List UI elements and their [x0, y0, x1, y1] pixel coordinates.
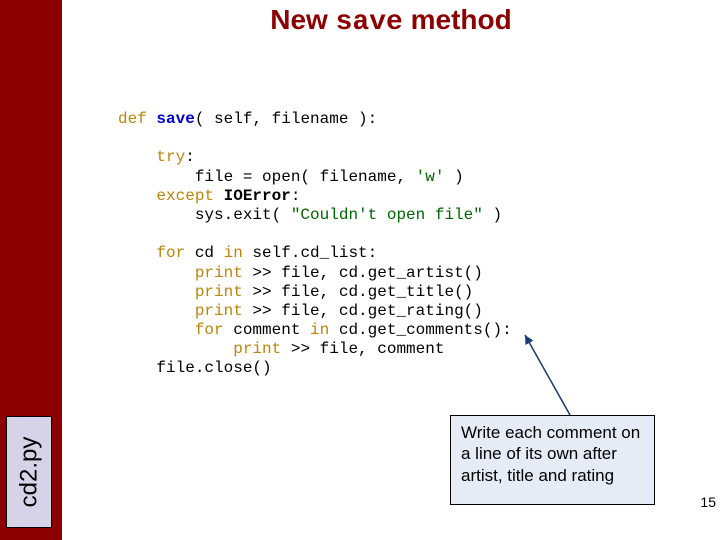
arrow-icon [520, 330, 640, 420]
annotation-text: Write each comment on a line of its own … [461, 423, 640, 485]
str-err: "Couldn't open file" [291, 206, 483, 224]
file-label-box: cd2.py [6, 416, 52, 528]
code-print3: >> file, cd.get_rating() [243, 302, 483, 320]
code-open-b: ) [444, 168, 463, 186]
code-print1: >> file, cd.get_artist() [243, 264, 483, 282]
code-for-rest: self.cd_list: [243, 244, 377, 262]
title-mono: save [336, 7, 403, 38]
code-sysexit-a: sys.exit( [195, 206, 291, 224]
fn-save: save [156, 110, 194, 128]
file-label-text: cd2.py [15, 437, 43, 508]
code-print2: >> file, cd.get_title() [243, 283, 473, 301]
kw-except: except [156, 187, 214, 205]
err-io: IOError [224, 187, 291, 205]
kw-for1: for [156, 244, 185, 262]
title-post: method [403, 4, 512, 35]
slide-title: New save method [62, 4, 720, 38]
page-number: 15 [700, 494, 716, 510]
kw-def: def [118, 110, 147, 128]
kw-try: try [156, 148, 185, 166]
kw-print2: print [195, 283, 243, 301]
str-w: 'w' [416, 168, 445, 186]
code-print4: >> file, comment [281, 340, 444, 358]
kw-in2: in [310, 321, 329, 339]
kw-in1: in [224, 244, 243, 262]
title-pre: New [270, 4, 335, 35]
code-for2-var: comment [224, 321, 310, 339]
kw-print1: print [195, 264, 243, 282]
code-open-a: file = open( filename, [195, 168, 416, 186]
code-for-var: cd [185, 244, 223, 262]
kw-print3: print [195, 302, 243, 320]
code-close: file.close() [156, 359, 271, 377]
code-sig: ( self, filename ): [195, 110, 377, 128]
kw-print4: print [233, 340, 281, 358]
code-sysexit-b: ) [483, 206, 502, 224]
kw-for2: for [195, 321, 224, 339]
annotation-box: Write each comment on a line of its own … [450, 415, 655, 505]
code-block: def save( self, filename ): try: file = … [118, 110, 512, 379]
code-for2-rest: cd.get_comments(): [329, 321, 511, 339]
